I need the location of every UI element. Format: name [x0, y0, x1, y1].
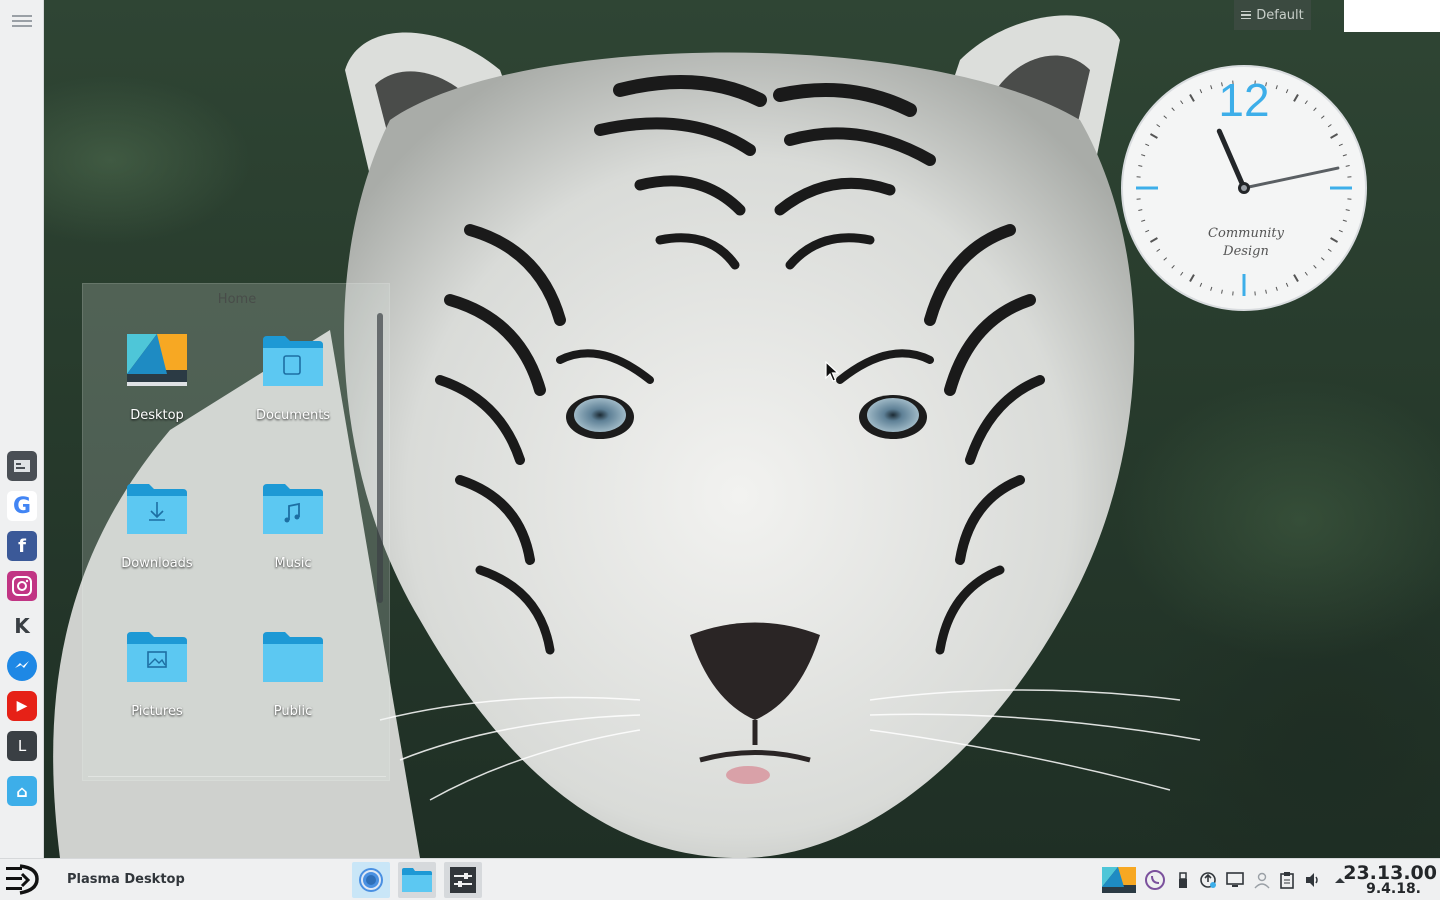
clock-brand-line1: Community	[1208, 226, 1285, 241]
clipboard-icon[interactable]	[1277, 870, 1297, 890]
bottom-taskbar: Plasma Desktop 23.13.00 9.4.18.	[0, 858, 1440, 900]
folder-view-widget: Home Desktop Documents Downloads Music Pictu…	[82, 283, 390, 781]
usb-device-icon[interactable]	[1173, 870, 1193, 890]
plasma-tray-icon[interactable]	[1102, 867, 1136, 893]
folder-item-documents[interactable]: Documents	[233, 334, 353, 444]
hamburger-icon	[1241, 9, 1252, 22]
messenger-icon[interactable]	[7, 651, 37, 681]
kde-launcher-icon[interactable]	[4, 862, 40, 898]
volume-icon[interactable]	[1303, 870, 1323, 890]
mouse-cursor-icon	[825, 361, 839, 382]
left-dock-panel: Gf K ▶ L ⌂	[0, 0, 44, 858]
toolbox-label: Default	[1256, 7, 1304, 23]
top-right-panel	[1344, 0, 1440, 32]
folder-item-label: Music	[274, 556, 312, 571]
terminal-icon[interactable]	[7, 451, 37, 481]
folder-item-pictures[interactable]: Pictures	[97, 630, 217, 740]
folder-item-label: Desktop	[130, 408, 184, 423]
desktop-toolbox-button[interactable]: Default	[1234, 0, 1311, 30]
task-settings[interactable]	[444, 862, 482, 898]
l-app-icon[interactable]: L	[7, 731, 37, 761]
google-icon[interactable]: G	[7, 491, 37, 521]
task-chromium[interactable]	[352, 862, 390, 898]
folder-item-label: Pictures	[131, 704, 183, 719]
chromium-icon	[357, 866, 385, 894]
system-settings-icon	[449, 866, 477, 894]
instagram-icon[interactable]	[7, 571, 37, 601]
digital-clock[interactable]: 23.13.00 9.4.18.	[1343, 859, 1440, 900]
hamburger-menu-icon[interactable]	[12, 12, 32, 32]
network-icon[interactable]	[1225, 870, 1245, 890]
active-window-title[interactable]: Plasma Desktop	[67, 872, 185, 887]
clock-number-12: 12	[1218, 74, 1269, 126]
viber-icon[interactable]	[1145, 870, 1165, 890]
facebook-icon[interactable]: f	[7, 531, 37, 561]
folder-item-label: Documents	[255, 408, 331, 423]
kde-icon[interactable]: K	[7, 611, 37, 641]
folder-item-label: Downloads	[121, 556, 193, 571]
downloads-folder-icon	[127, 482, 187, 538]
folder-item-desktop[interactable]: Desktop	[97, 334, 217, 444]
desktop-folder-icon	[127, 334, 187, 390]
updates-icon[interactable]	[1198, 870, 1218, 890]
folder-view-scrollbar[interactable]	[377, 313, 383, 603]
youtube-icon[interactable]: ▶	[7, 691, 37, 721]
folder-item-music[interactable]: Music	[233, 482, 353, 592]
music-folder-icon	[263, 482, 323, 538]
folder-view-title: Home	[217, 292, 257, 307]
folder-view-divider	[88, 776, 386, 777]
pictures-folder-icon	[127, 630, 187, 686]
home-folder-icon[interactable]: ⌂	[7, 776, 37, 806]
documents-folder-icon	[263, 334, 323, 390]
task-files[interactable]	[398, 862, 436, 898]
user-icon[interactable]	[1252, 870, 1272, 890]
public-folder-icon	[263, 630, 323, 686]
clock-date: 9.4.18.	[1366, 881, 1421, 897]
file-manager-icon	[402, 867, 432, 893]
folder-item-downloads[interactable]: Downloads	[97, 482, 217, 592]
folder-item-public[interactable]: Public	[233, 630, 353, 740]
analog-clock-widget[interactable]: 12 Community Design	[1120, 64, 1368, 312]
clock-brand-line2: Design	[1222, 244, 1269, 259]
folder-item-label: Public	[273, 704, 313, 719]
